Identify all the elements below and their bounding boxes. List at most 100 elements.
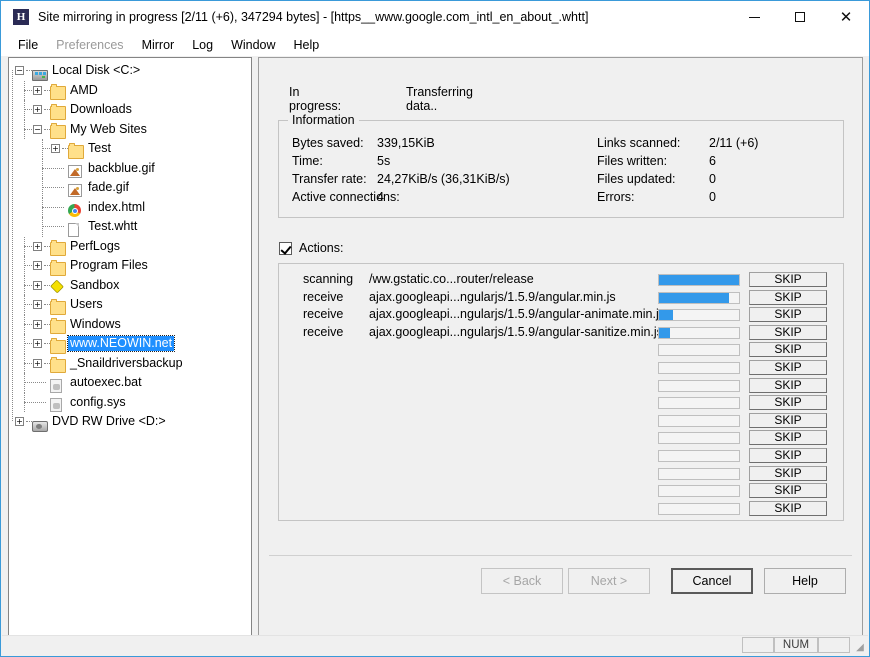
- tree-connector: [24, 353, 25, 373]
- tree-item[interactable]: + Downloads: [9, 100, 251, 120]
- skip-button[interactable]: SKIP: [749, 289, 827, 305]
- skip-button[interactable]: SKIP: [749, 342, 827, 358]
- expand-icon[interactable]: +: [33, 105, 42, 114]
- skip-button[interactable]: SKIP: [749, 430, 827, 446]
- menu-item-window[interactable]: Window: [222, 36, 284, 54]
- minimize-button[interactable]: [731, 1, 777, 33]
- help-button[interactable]: Help: [764, 568, 846, 594]
- menu-item-log[interactable]: Log: [183, 36, 222, 54]
- tree-item-label: Local Disk <C:>: [52, 63, 141, 77]
- tree-item[interactable]: + AMD: [9, 80, 251, 101]
- drive-icon: [32, 69, 48, 81]
- expand-icon[interactable]: +: [33, 241, 42, 251]
- tree-item[interactable]: + Sandbox: [9, 275, 251, 295]
- action-url: ajax.googleapi...ngularjs/1.5.9/angular-…: [369, 324, 663, 339]
- image-icon: [68, 184, 82, 198]
- skip-button[interactable]: SKIP: [749, 377, 827, 393]
- menu-item-mirror[interactable]: Mirror: [133, 36, 184, 54]
- in-progress-label: In progress:: [289, 85, 342, 113]
- info-value: 0: [709, 190, 716, 204]
- expand-icon[interactable]: +: [51, 144, 60, 153]
- action-row: scanning/ww.gstatic.co...router/release S…: [279, 272, 843, 291]
- skip-button[interactable]: SKIP: [749, 500, 827, 516]
- minimize-icon: [748, 16, 760, 18]
- info-label: Files written:: [597, 154, 668, 168]
- tree-item[interactable]: + Users: [9, 295, 251, 315]
- skip-button[interactable]: SKIP: [749, 307, 827, 323]
- resize-grip-icon[interactable]: ◢: [854, 642, 866, 654]
- expand-icon[interactable]: +: [33, 85, 42, 95]
- action-progress-bar: [658, 344, 740, 357]
- tree-item[interactable]: − My Web Sites: [9, 119, 251, 140]
- tree-item-label: Program Files: [70, 258, 148, 272]
- tree-connector: [42, 148, 50, 149]
- tree-connector: [24, 314, 25, 334]
- tree-connector: [24, 284, 32, 286]
- tree-connector: [24, 304, 32, 305]
- tree-item[interactable]: fade.gif: [9, 178, 251, 198]
- tree-item-label: Test: [88, 141, 111, 155]
- tree-item[interactable]: backblue.gif: [9, 158, 251, 178]
- cancel-button[interactable]: Cancel: [671, 568, 753, 594]
- tree-connector: [24, 265, 32, 266]
- action-progress-fill: [659, 275, 739, 285]
- expand-icon[interactable]: +: [33, 280, 42, 290]
- tree-item[interactable]: + www.NEOWIN.net: [9, 334, 251, 354]
- skip-button[interactable]: SKIP: [749, 412, 827, 428]
- info-label: Errors:: [597, 190, 635, 204]
- tree-item[interactable]: + DVD RW Drive <D:>: [9, 412, 251, 432]
- tree-item[interactable]: config.sys: [9, 392, 251, 413]
- collapse-icon[interactable]: −: [15, 66, 24, 75]
- tree-item[interactable]: index.html: [9, 197, 251, 218]
- tree-item[interactable]: + Windows: [9, 314, 251, 335]
- skip-button[interactable]: SKIP: [749, 395, 827, 411]
- tree-connector: [42, 158, 43, 178]
- expand-icon[interactable]: +: [33, 261, 42, 270]
- close-button[interactable]: ✕: [823, 1, 869, 33]
- action-state: receive: [303, 289, 344, 304]
- actions-checkbox[interactable]: Actions:: [279, 241, 343, 255]
- expand-icon[interactable]: +: [33, 339, 42, 348]
- action-progress-bar: [658, 309, 740, 322]
- action-row: SKIP: [279, 500, 843, 520]
- actions-group: scanning/ww.gstatic.co...router/release S…: [278, 263, 844, 521]
- tree-item[interactable]: + Program Files: [9, 256, 251, 276]
- skip-button[interactable]: SKIP: [749, 360, 827, 375]
- maximize-button[interactable]: [777, 1, 823, 33]
- folder-icon: [50, 298, 66, 315]
- tree-item[interactable]: + _Snaildriversbackup: [9, 353, 251, 374]
- menu-item-file[interactable]: File: [9, 36, 47, 54]
- info-value: 2/11 (+6): [709, 136, 759, 150]
- expand-icon[interactable]: +: [15, 417, 24, 426]
- sysfile-icon: [50, 398, 62, 413]
- info-label: Files updated:: [597, 172, 676, 186]
- folder-icon: [50, 259, 66, 276]
- action-url: ajax.googleapi...ngularjs/1.5.9/angular.…: [369, 289, 616, 304]
- tree-item-label: DVD RW Drive <D:>: [52, 414, 166, 428]
- skip-button[interactable]: SKIP: [749, 448, 827, 463]
- file-tree-pane[interactable]: − Local Disk <C:> + AMD + Downloads − My Web Si…: [8, 57, 252, 637]
- expand-icon[interactable]: +: [33, 358, 42, 368]
- tree-item[interactable]: + PerfLogs: [9, 236, 251, 257]
- tree-item[interactable]: − Local Disk <C:>: [9, 61, 251, 81]
- tree-item-label: _Snaildriversbackup: [70, 355, 183, 370]
- expand-icon[interactable]: +: [33, 300, 42, 309]
- tree-item[interactable]: autoexec.bat: [9, 373, 251, 393]
- info-value: 5s: [377, 154, 391, 168]
- skip-button[interactable]: SKIP: [749, 483, 827, 499]
- action-progress-fill: [659, 310, 674, 321]
- action-url: /ww.gstatic.co...router/release: [369, 272, 534, 286]
- menu-item-help[interactable]: Help: [285, 36, 329, 54]
- tree-item[interactable]: Test.whtt: [9, 217, 251, 237]
- folder-icon: [50, 240, 66, 257]
- tree-connector: [24, 382, 46, 383]
- skip-button[interactable]: SKIP: [749, 465, 827, 481]
- collapse-icon[interactable]: −: [33, 124, 42, 134]
- action-row: receive ajax.googleapi...ngularjs/1.5.9/a…: [279, 324, 843, 344]
- tree-connector: [24, 334, 25, 354]
- tree-item[interactable]: + Test: [9, 139, 251, 159]
- expand-icon[interactable]: +: [33, 319, 42, 329]
- skip-button[interactable]: SKIP: [749, 324, 827, 340]
- skip-button[interactable]: SKIP: [749, 272, 827, 287]
- tree-connector: [42, 167, 64, 169]
